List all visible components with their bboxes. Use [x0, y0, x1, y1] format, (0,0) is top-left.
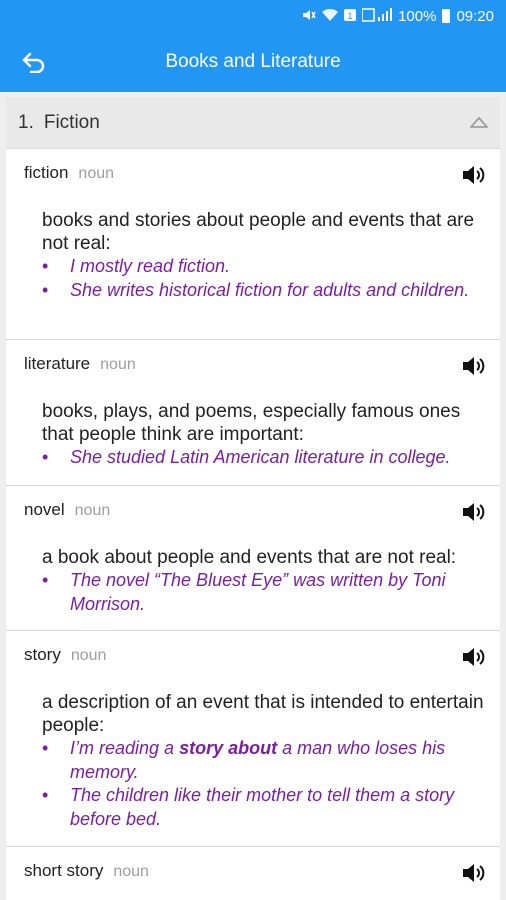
part-of-speech: noun: [100, 356, 136, 373]
speaker-icon[interactable]: [462, 646, 486, 668]
status-bar: 1 100% 09:20: [0, 0, 506, 32]
example-item: • She studied Latin American literature i…: [42, 447, 451, 467]
part-of-speech: noun: [113, 863, 149, 880]
example-list: • She studied Latin American literature i…: [24, 446, 486, 470]
headword: story: [24, 645, 61, 664]
example-text: The novel “The Bluest Eye” was written b…: [70, 570, 446, 614]
mute-icon: [302, 8, 316, 24]
definition: a book about people and events that are …: [42, 547, 457, 568]
headword: short story: [24, 861, 104, 880]
part-of-speech: noun: [70, 647, 107, 664]
example-before: I’m reading a: [70, 738, 180, 758]
entry-literature: literature noun books, plays, and poems,…: [6, 340, 500, 486]
section-name: Fiction: [43, 111, 100, 133]
part-of-speech: noun: [78, 165, 115, 182]
example-item: • The children like their mother to tell …: [42, 785, 455, 829]
example-text: I mostly read fiction.: [70, 256, 231, 276]
part-of-speech: noun: [74, 502, 111, 519]
headword: fiction: [24, 163, 69, 182]
headword: novel: [24, 500, 65, 519]
app-bar: Books and Literature: [0, 32, 506, 92]
example-item: • She writes historical fiction for adult…: [42, 279, 470, 300]
section-number: 1.: [18, 111, 34, 133]
example-highlight: story about: [179, 738, 278, 758]
example-text: She writes historical fiction for adults…: [70, 279, 470, 300]
example-item: • I mostly read fiction.: [42, 256, 231, 276]
speaker-icon[interactable]: [462, 164, 486, 186]
entry-fiction: fiction noun books and stories about peo…: [6, 149, 500, 340]
example-item: • I’m reading a story about a man who los…: [42, 738, 446, 782]
clock: 09:20: [456, 7, 494, 25]
message-icon: 1: [344, 8, 357, 24]
example-text: The children like their mother to tell t…: [70, 785, 455, 829]
speaker-icon[interactable]: [462, 355, 486, 377]
example-text: She studied Latin American literature in…: [70, 447, 451, 467]
speaker-icon[interactable]: [462, 862, 486, 884]
example-list: • I’m reading a story about a man who los…: [24, 737, 486, 831]
entry-story: story noun a description of an event tha…: [6, 631, 500, 847]
speaker-icon[interactable]: [462, 501, 486, 523]
svg-text:1: 1: [348, 11, 353, 21]
entry-short-story: short story noun: [6, 847, 500, 900]
example-item: • The novel “The Bluest Eye” was written …: [42, 570, 446, 614]
word-list: 1. Fiction fiction noun books and storie…: [6, 97, 500, 900]
example-list: • The novel “The Bluest Eye” was written …: [24, 569, 486, 616]
definition: books, plays, and poems, especially famo…: [42, 401, 461, 445]
entry-novel: novel noun a book about people and event…: [6, 486, 500, 631]
collapse-icon[interactable]: [470, 115, 488, 129]
battery-percent: 100%: [398, 7, 437, 25]
definition: books and stories about people and event…: [42, 210, 475, 254]
example-list: • I mostly read fiction. • She writes hist…: [24, 255, 486, 302]
section-header-fiction[interactable]: 1. Fiction: [6, 97, 500, 149]
page-title: Books and Literature: [165, 51, 341, 72]
battery-icon: [442, 9, 451, 23]
headword: literature: [24, 354, 91, 373]
wifi-icon: [322, 8, 339, 24]
signal-icon: [361, 8, 393, 24]
definition: a description of an event that is intend…: [42, 692, 484, 736]
